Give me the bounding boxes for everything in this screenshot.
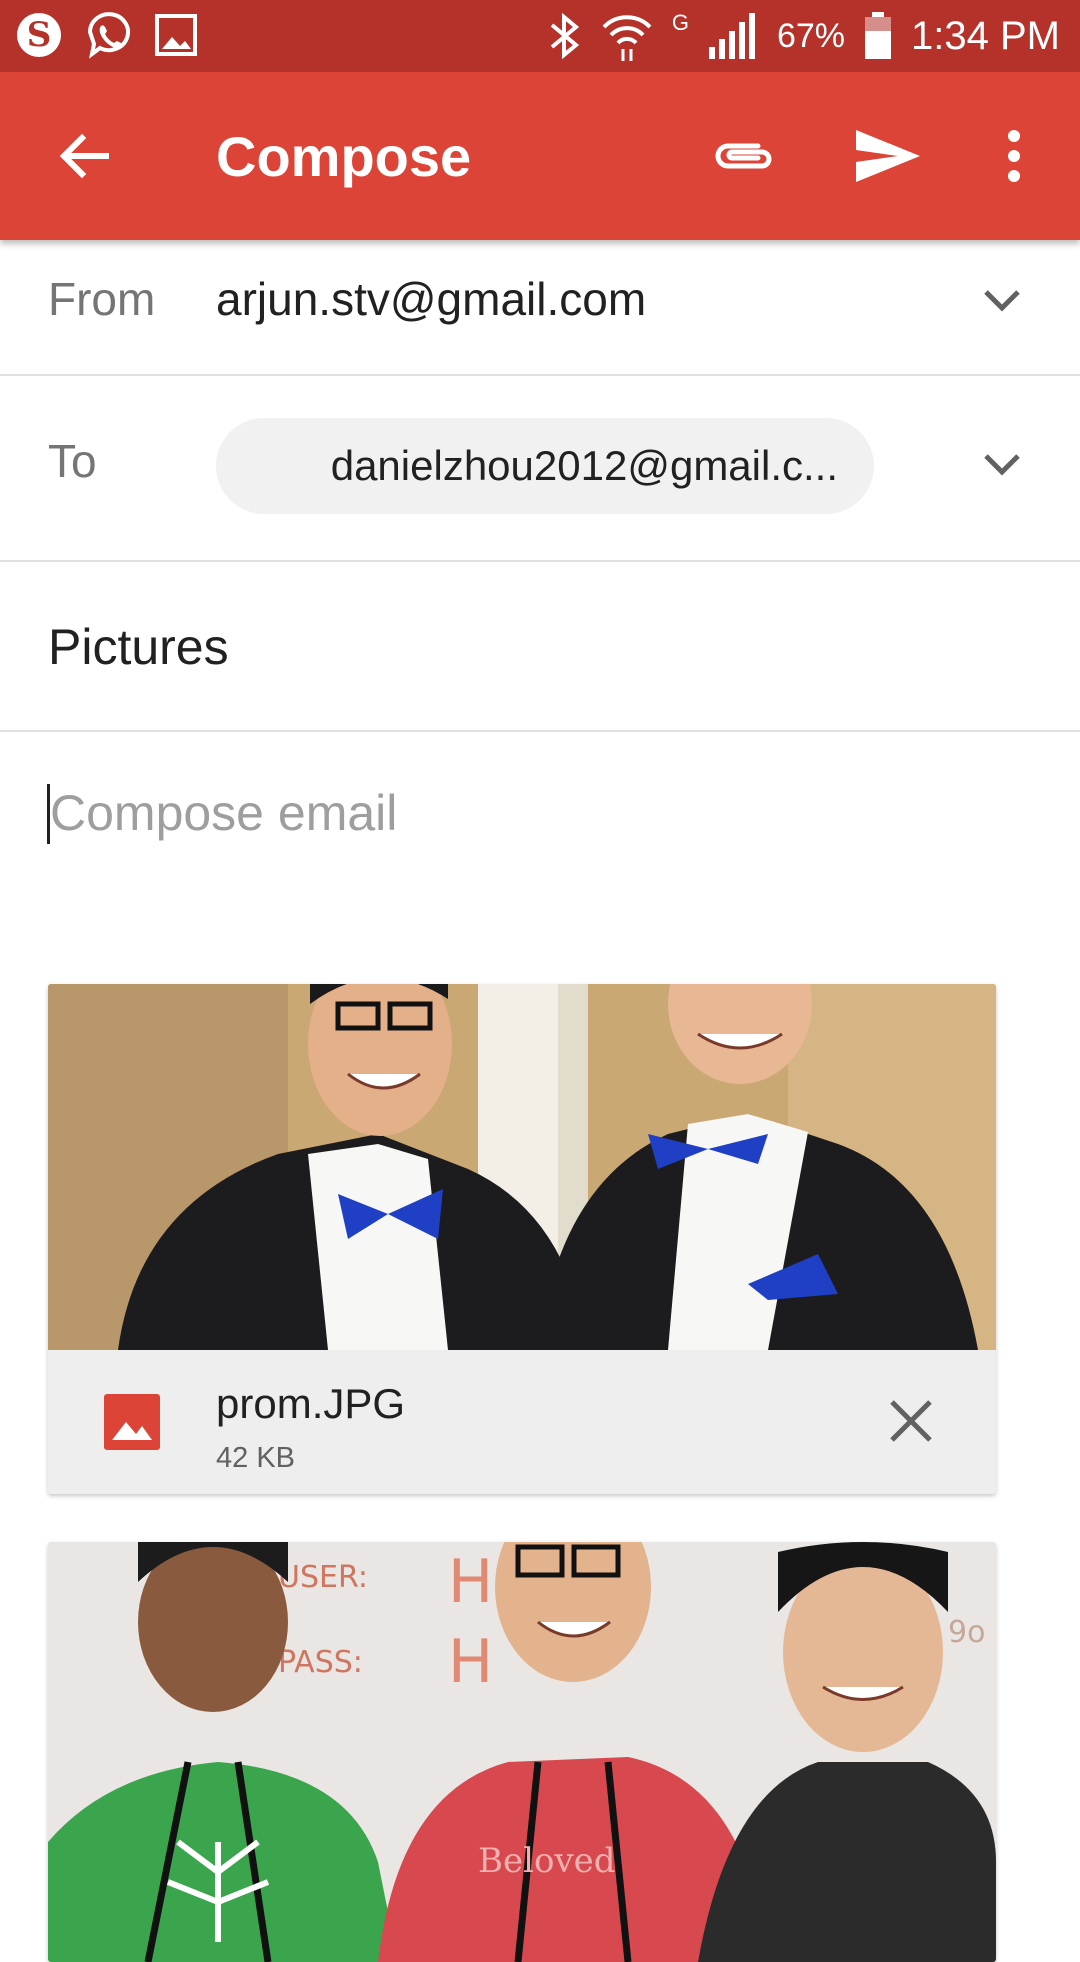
gallery-icon [155, 14, 197, 56]
to-label: To [48, 435, 97, 487]
app-bar: Compose [0, 72, 1080, 240]
arrow-back-icon [59, 133, 109, 179]
attachment-thumbnail: USER: PASS: H H 9o Beloved [48, 1542, 996, 1962]
chevron-down-icon[interactable] [972, 434, 1032, 494]
from-row[interactable]: From arjun.stv@gmail.com [0, 240, 1080, 376]
close-icon[interactable] [886, 1396, 936, 1446]
svg-text:H: H [448, 1547, 493, 1617]
attachment-card[interactable]: prom.JPG 42 KB [48, 984, 996, 1494]
recipient-chip[interactable]: danielzhou2012@gmail.c... [216, 418, 874, 514]
subject-value: Pictures [48, 619, 229, 675]
skype-icon: S [17, 13, 61, 57]
back-button[interactable] [44, 116, 124, 196]
attach-button[interactable] [704, 116, 784, 196]
chevron-down-icon[interactable] [972, 270, 1032, 330]
attachment-size: 42 KB [216, 1442, 295, 1474]
send-button[interactable] [848, 116, 928, 196]
svg-text:H: H [448, 1627, 493, 1697]
page-title: Compose [216, 125, 472, 188]
attachment-name: prom.JPG [216, 1380, 406, 1427]
battery-percent: 67% [776, 16, 846, 55]
image-file-icon [104, 1394, 160, 1450]
from-label: From [48, 273, 156, 325]
bluetooth-icon [550, 12, 579, 60]
attachment-info: prom.JPG 42 KB [48, 1350, 996, 1494]
battery-icon [865, 12, 892, 59]
network-type: G [671, 10, 689, 35]
svg-text:S: S [27, 15, 52, 55]
status-bar: S G 67% 1:34 PM [0, 0, 1080, 72]
svg-text:9o: 9o [948, 1615, 985, 1650]
more-options-button[interactable] [974, 116, 1054, 196]
svg-text:Beloved: Beloved [478, 1841, 616, 1881]
signal-icon [708, 13, 755, 59]
subject-field[interactable]: Pictures [0, 562, 1080, 732]
from-value: arjun.stv@gmail.com [216, 273, 647, 325]
svg-text:USER:: USER: [278, 1560, 368, 1595]
attachment-thumbnail [48, 984, 996, 1350]
clock: 1:34 PM [911, 13, 1060, 58]
viber-icon [87, 12, 130, 59]
svg-text:PASS:: PASS: [278, 1645, 363, 1680]
more-vert-icon [1008, 130, 1020, 182]
send-icon [856, 130, 920, 182]
attachment-card[interactable]: USER: PASS: H H 9o Beloved [48, 1542, 996, 1962]
wifi-icon [602, 15, 652, 61]
recipient-email: danielzhou2012@gmail.c... [330, 442, 838, 489]
paperclip-icon [715, 143, 772, 169]
compose-body-input[interactable]: Compose email [50, 784, 397, 842]
